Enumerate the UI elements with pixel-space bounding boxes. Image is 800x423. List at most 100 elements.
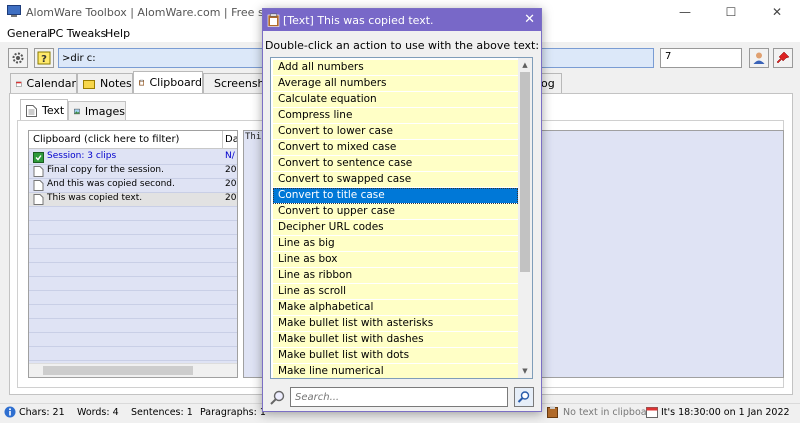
count-field[interactable]: 7 [660,48,742,68]
action-item[interactable]: Convert to lower case [273,124,518,140]
action-item[interactable]: Calculate equation [273,92,518,108]
clip-text: This was copied text. [47,193,143,203]
scroll-thumb[interactable] [520,72,530,272]
action-item[interactable]: Convert to upper case [273,204,518,220]
menu-general[interactable]: General [7,27,50,40]
clipboard-status-icon [547,406,558,418]
status-words: Words: 4 [77,407,119,418]
action-item[interactable]: Decipher URL codes [273,220,518,236]
tab-notes-label: Notes [100,77,132,90]
list-gridline [29,234,237,235]
pin-button[interactable] [773,48,793,68]
action-item[interactable]: Convert to sentence case [273,156,518,172]
action-item[interactable]: Line as box [273,252,518,268]
subtab-text-label: Text [42,104,65,117]
dialog-close-button[interactable]: ✕ [524,12,535,27]
image-icon [74,108,80,115]
subtab-images[interactable]: Images [68,101,126,121]
action-item[interactable]: Make bullet list with dots [273,348,518,364]
clipboard-list[interactable]: Clipboard (click here to filter) Da Sess… [28,130,238,378]
svg-text:?: ? [41,54,47,65]
dialog-instruction: Double-click an action to use with the a… [264,39,540,52]
tab-screenshot[interactable]: Screensh [203,73,263,93]
action-item[interactable]: Convert to mixed case [273,140,518,156]
list-gridline [29,346,237,347]
maximize-button[interactable]: ☐ [708,0,754,24]
action-item-selected[interactable]: Convert to title case [273,188,518,204]
document-icon [33,166,44,177]
user-button[interactable] [749,48,769,68]
menu-help[interactable]: Help [105,27,130,40]
action-item[interactable]: Make bullet list with dashes [273,332,518,348]
clipboard-icon [267,13,280,27]
search-go-icon [517,391,530,403]
user-icon [753,52,765,64]
settings-button[interactable] [8,48,28,68]
list-gridline [29,318,237,319]
list-gridline [29,262,237,263]
scroll-up-arrow-icon[interactable]: ▲ [518,58,532,72]
scroll-down-arrow-icon[interactable]: ▼ [518,364,532,378]
action-item[interactable]: Convert to swapped case [273,172,518,188]
help-icon: ? [37,51,51,65]
document-icon [33,194,44,205]
action-item[interactable]: Line as big [273,236,518,252]
search-icon [270,390,285,405]
scroll-thumb[interactable] [43,366,193,375]
info-icon [4,406,16,418]
help-button[interactable]: ? [34,48,54,68]
list-gridline [29,192,237,193]
minimize-button[interactable]: — [662,0,708,24]
horizontal-scrollbar[interactable] [29,363,237,377]
vertical-scrollbar[interactable]: ▲ ▼ [518,58,532,378]
close-button[interactable]: ✕ [754,0,800,24]
menu-pc-tweaks[interactable]: PC Tweaks [49,27,106,40]
list-gridline [29,178,237,179]
clip-text: And this was copied second. [47,179,175,189]
tab-clipboard-label: Clipboard [149,76,202,89]
action-item[interactable]: Compress line [273,108,518,124]
clip-date: 20 [225,165,237,175]
action-item[interactable]: Line as scroll [273,284,518,300]
tab-calendar[interactable]: Calendar [10,73,77,93]
date-column-header[interactable]: Da [223,131,237,149]
document-icon [33,180,44,191]
action-item[interactable]: Make bullet list with asterisks [273,316,518,332]
list-gridline [29,248,237,249]
list-gridline [29,290,237,291]
list-gridline [29,206,237,207]
subtab-text[interactable]: Text [20,99,68,121]
list-item-selected[interactable]: This was copied text. 20 [29,193,237,206]
action-item[interactable]: Add all numbers [273,60,518,76]
calendar-status-icon [646,407,658,418]
clip-date: N/ [225,151,235,161]
tab-notes[interactable]: Notes [77,73,133,93]
action-item[interactable]: Make alphabetical [273,300,518,316]
search-input[interactable] [290,387,508,407]
tab-clipboard[interactable]: Clipboard [133,71,203,93]
tab-screenshot-label: Screensh [214,77,263,90]
gear-icon [12,52,24,64]
action-list[interactable]: Add all numbers Average all numbers Calcul… [270,57,533,379]
dialog-titlebar[interactable]: [Text] This was copied text. ✕ [263,9,541,31]
list-gridline [29,304,237,305]
session-icon [33,152,44,163]
list-item-session[interactable]: Session: 3 clips N/ [29,151,237,164]
calendar-icon [16,81,22,87]
clipboard-filter-header[interactable]: Clipboard (click here to filter) [29,131,223,149]
status-paragraphs: Paragraphs: 1 [200,407,266,418]
list-item[interactable]: And this was copied second. 20 [29,179,237,192]
search-button[interactable] [514,387,534,407]
action-item[interactable]: Make line numerical [273,364,518,378]
clip-text: Session: 3 clips [47,151,117,161]
clip-text: Final copy for the session. [47,165,164,175]
action-item[interactable]: Line as ribbon [273,268,518,284]
action-item[interactable]: Average all numbers [273,76,518,92]
status-sentences: Sentences: 1 [131,407,193,418]
list-gridline [29,332,237,333]
list-item[interactable]: Final copy for the session. 20 [29,165,237,178]
list-gridline [29,220,237,221]
dialog-title: [Text] This was copied text. [283,14,434,27]
app-icon [7,5,21,17]
list-gridline [29,164,237,165]
